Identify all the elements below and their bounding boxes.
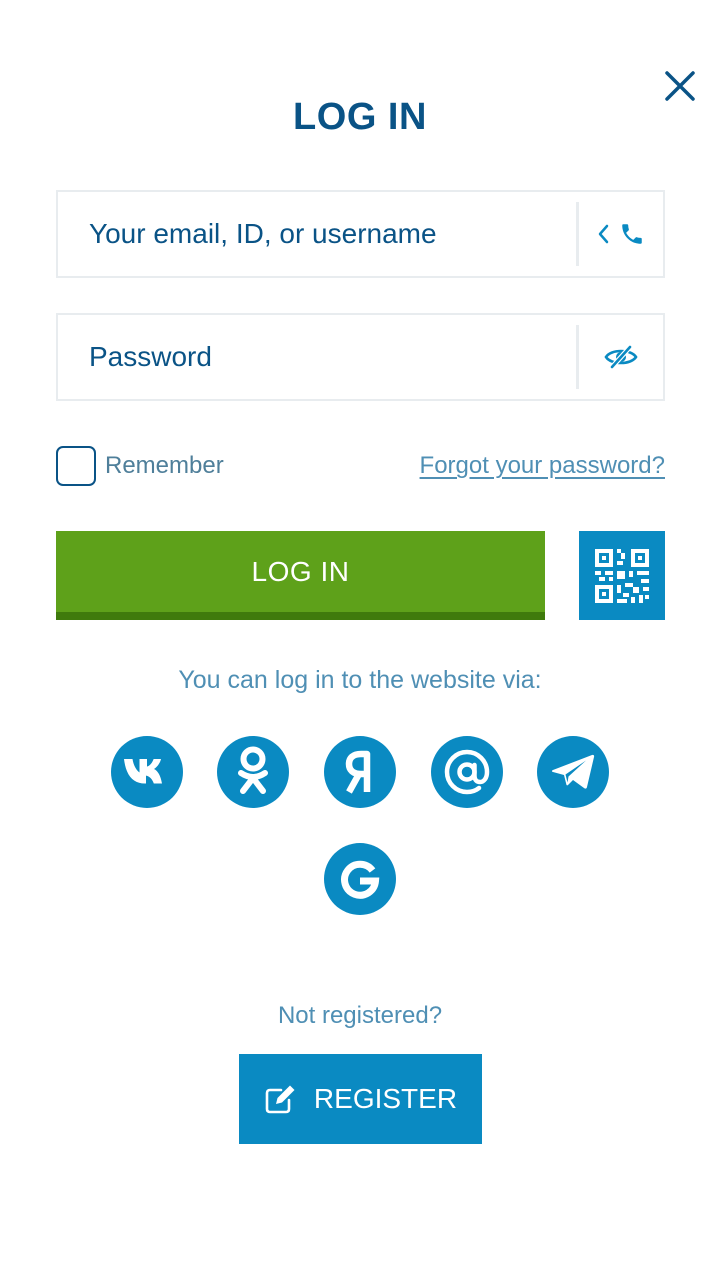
social-ok-button[interactable] xyxy=(217,736,289,808)
social-yandex-button[interactable] xyxy=(324,736,396,808)
chevron-left-icon xyxy=(598,224,609,244)
google-icon xyxy=(341,860,380,899)
ok-icon xyxy=(238,746,268,794)
password-input[interactable] xyxy=(58,315,576,399)
register-button[interactable]: REGISTER xyxy=(239,1054,482,1144)
telegram-icon xyxy=(551,754,595,789)
password-visibility-toggle[interactable] xyxy=(579,315,663,399)
phone-login-toggle[interactable] xyxy=(579,192,663,276)
forgot-password-link[interactable]: Forgot your password? xyxy=(420,452,665,480)
register-label: REGISTER xyxy=(313,1083,458,1114)
social-telegram-button[interactable] xyxy=(537,736,609,808)
eye-hidden-icon xyxy=(604,344,638,370)
qr-code-icon xyxy=(595,548,649,603)
social-mail-button[interactable] xyxy=(431,736,503,808)
vk-icon xyxy=(124,759,162,784)
login-input[interactable] xyxy=(58,192,576,276)
edit-icon xyxy=(265,1085,295,1114)
social-google-button[interactable] xyxy=(324,843,396,915)
login-button[interactable]: LOG IN xyxy=(56,531,545,620)
remember-label: Remember xyxy=(105,452,224,479)
social-login-prompt: You can log in to the website via: xyxy=(178,666,542,694)
remember-checkbox-row[interactable]: Remember xyxy=(56,446,224,486)
social-vk-button[interactable] xyxy=(111,736,183,808)
page-title: LOG IN xyxy=(293,96,427,138)
yandex-icon xyxy=(345,750,371,794)
login-field xyxy=(56,190,665,278)
at-sign-icon xyxy=(444,749,490,795)
remember-checkbox[interactable] xyxy=(56,446,96,486)
not-registered-text: Not registered? xyxy=(277,1002,443,1029)
password-field xyxy=(56,313,665,401)
phone-icon xyxy=(622,224,642,244)
qr-login-button[interactable] xyxy=(579,531,665,620)
